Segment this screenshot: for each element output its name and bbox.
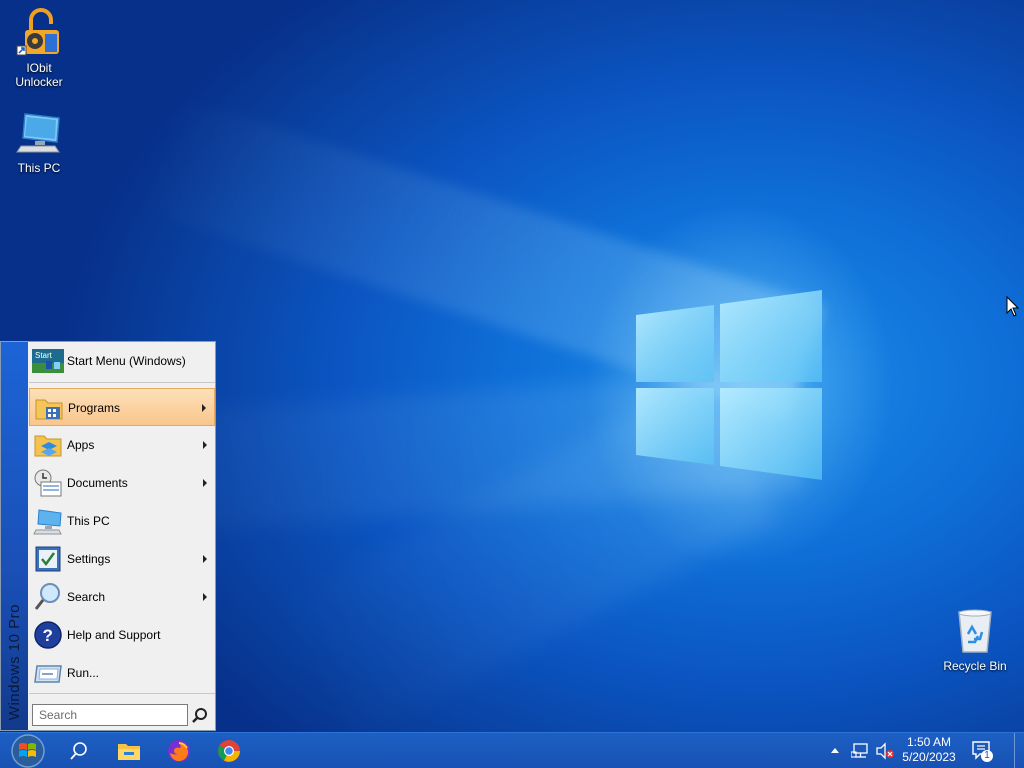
edition-label: Windows 10 Pro	[6, 603, 23, 720]
this-pc-icon	[33, 509, 62, 535]
desktop-icon-label: IObit Unlocker	[15, 61, 63, 89]
clock-date: 5/20/2023	[902, 750, 956, 764]
mouse-cursor-icon	[1006, 296, 1020, 317]
clock-time: 1:50 AM	[906, 735, 952, 749]
help-icon: ?	[34, 621, 62, 649]
menu-item-label: This PC	[67, 514, 110, 528]
apps-icon	[34, 435, 62, 457]
chrome-icon	[218, 739, 240, 762]
firefox-icon	[168, 739, 190, 762]
taskbar-firefox[interactable]	[156, 733, 202, 768]
desktop-icon-recycle-bin[interactable]: Recycle Bin	[940, 606, 1010, 673]
search-icon	[70, 741, 87, 760]
menu-item-settings[interactable]: Settings	[29, 540, 215, 578]
start-menu: Windows 10 Pro Start Start Menu (Windows…	[0, 341, 216, 731]
programs-icon	[35, 399, 63, 420]
start-menu-header[interactable]: Start Start Menu (Windows)	[29, 342, 215, 383]
desktop-icon-label: This PC	[17, 161, 61, 175]
start-button[interactable]	[6, 733, 50, 768]
file-explorer-icon	[118, 743, 140, 760]
settings-icon	[35, 546, 61, 572]
start-menu-icon-text: Start	[35, 351, 53, 360]
iobit-unlocker-icon	[16, 8, 59, 56]
show-desktop-button[interactable]	[1014, 733, 1024, 768]
chevron-up-icon[interactable]	[830, 746, 840, 754]
menu-item-help-and-support[interactable]: ? Help and Support	[29, 616, 215, 654]
network-icon[interactable]	[851, 742, 871, 760]
search-icon	[34, 583, 60, 610]
start-menu-icon: Start	[32, 349, 64, 373]
menu-item-label: Help and Support	[67, 628, 161, 642]
desktop-icon-this-pc[interactable]: This PC	[4, 108, 74, 175]
desktop-icon-label: Recycle Bin	[943, 659, 1007, 673]
recycle-bin-icon	[958, 609, 992, 653]
submenu-arrow-icon	[203, 593, 207, 601]
menu-separator	[29, 693, 215, 694]
action-center-button[interactable]: 1	[970, 739, 994, 763]
menu-item-run[interactable]: Run...	[29, 654, 215, 692]
taskbar-chrome[interactable]	[206, 733, 252, 768]
start-orb-icon	[11, 733, 45, 768]
volume-muted-icon[interactable]	[875, 742, 895, 760]
menu-item-label: Documents	[67, 476, 128, 490]
menu-item-programs[interactable]: Programs	[29, 388, 215, 426]
taskbar: 1:50 AM 5/20/2023 1	[0, 732, 1024, 768]
menu-item-this-pc[interactable]: This PC	[29, 502, 215, 540]
svg-text:?: ?	[43, 626, 53, 645]
menu-item-documents[interactable]: Documents	[29, 464, 215, 502]
start-menu-search-input[interactable]	[32, 704, 188, 726]
menu-item-label: Search	[67, 590, 106, 604]
this-pc-icon	[16, 113, 60, 153]
notification-count-badge: 1	[981, 750, 993, 762]
start-menu-side-band: Windows 10 Pro	[1, 342, 28, 730]
menu-item-apps[interactable]: Apps	[29, 426, 215, 464]
run-icon	[34, 665, 62, 683]
taskbar-clock[interactable]: 1:50 AM 5/20/2023	[896, 735, 962, 765]
submenu-arrow-icon	[203, 441, 207, 449]
submenu-arrow-icon	[203, 555, 207, 563]
search-button-icon[interactable]	[190, 706, 210, 726]
documents-icon	[34, 469, 62, 497]
taskbar-search-button[interactable]	[56, 733, 102, 768]
menu-item-search[interactable]: Search	[29, 578, 215, 616]
windows-wallpaper-logo-icon	[636, 290, 822, 480]
taskbar-file-explorer[interactable]	[106, 733, 152, 768]
menu-item-label: Settings	[67, 552, 111, 566]
menu-item-label: Run...	[67, 666, 100, 680]
submenu-arrow-icon	[202, 404, 206, 412]
submenu-arrow-icon	[203, 479, 207, 487]
menu-item-label: Apps	[67, 438, 95, 452]
desktop-icon-iobit-unlocker[interactable]: IObit Unlocker	[4, 8, 74, 89]
start-menu-title: Start Menu (Windows)	[67, 354, 186, 368]
menu-item-label: Programs	[68, 401, 121, 415]
